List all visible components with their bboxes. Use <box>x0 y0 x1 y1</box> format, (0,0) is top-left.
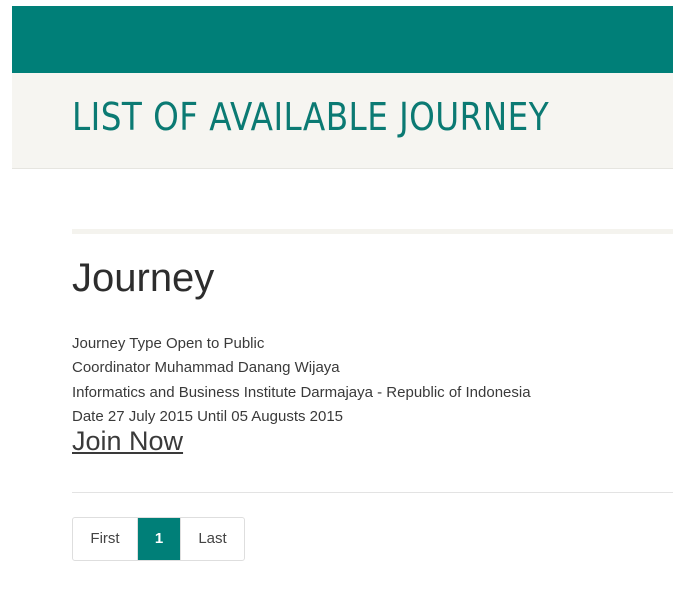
top-divider <box>72 229 673 234</box>
journey-type: Journey Type Open to Public <box>72 335 265 352</box>
journey-date: Date 27 July 2015 Until 05 Augusts 2015 <box>72 408 344 425</box>
pagination: First 1 Last <box>72 517 245 561</box>
pagination-last-button[interactable]: Last <box>180 518 244 560</box>
journey-heading: Journey <box>72 256 215 300</box>
journey-coordinator: Coordinator Muhammad Danang Wijaya <box>72 359 340 376</box>
page-header: LIST OF AVAILABLE JOURNEY <box>12 73 673 169</box>
journey-institution: Informatics and Business Institute Darma… <box>72 384 531 401</box>
join-now-link[interactable]: Join Now <box>72 426 183 457</box>
bottom-divider <box>72 492 673 493</box>
top-bar <box>12 6 673 73</box>
pagination-page-1-button[interactable]: 1 <box>138 518 180 560</box>
page-title: LIST OF AVAILABLE JOURNEY <box>72 95 550 139</box>
pagination-first-button[interactable]: First <box>73 518 138 560</box>
